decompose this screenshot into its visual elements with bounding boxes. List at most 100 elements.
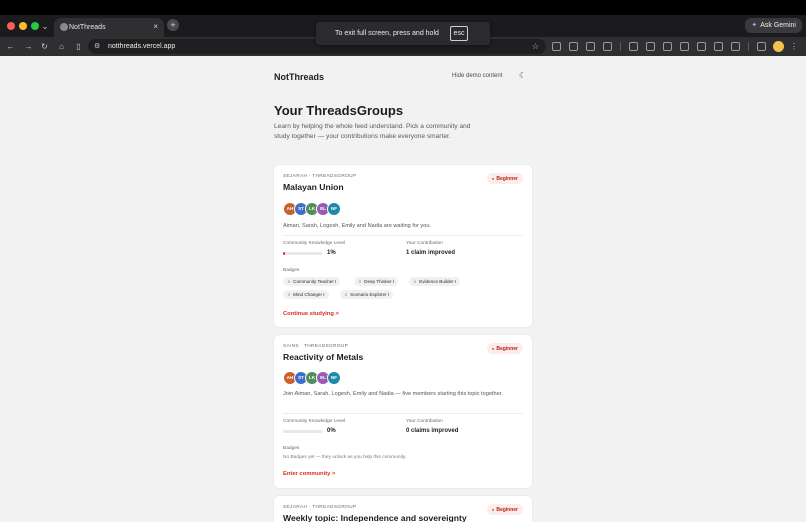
knowledge-percent: 0% bbox=[327, 428, 336, 434]
knowledge-progress-bar bbox=[283, 430, 322, 433]
badges-label: Badges bbox=[283, 268, 300, 273]
badge-chip: ♕ Community Teacher I bbox=[283, 277, 341, 286]
download-icon[interactable] bbox=[646, 42, 655, 51]
gemini-spark-icon: ✦ bbox=[751, 22, 758, 29]
ask-gemini-label: Ask Gemini bbox=[760, 22, 796, 29]
extension-icon[interactable] bbox=[552, 42, 561, 51]
badge-label: Deep Thinker I bbox=[364, 279, 395, 284]
cta-label: Enter community bbox=[283, 471, 331, 477]
card-eyebrow: SEJARAH · THREADSGROUP bbox=[283, 505, 357, 510]
reload-icon[interactable]: ↻ bbox=[39, 40, 50, 53]
forward-arrow-icon[interactable]: → bbox=[23, 40, 34, 53]
extension-icon[interactable] bbox=[603, 42, 612, 51]
sidebar-icon[interactable]: ▯ bbox=[73, 40, 84, 53]
extension-icon[interactable] bbox=[569, 42, 578, 51]
level-badge: ● Beginner bbox=[486, 504, 523, 515]
medal-icon: ♕ bbox=[344, 292, 349, 297]
badge-chip: ♕ Deep Thinker I bbox=[354, 277, 399, 286]
medal-icon: ♕ bbox=[413, 279, 418, 284]
card-eyebrow: SAINS · THREADSGROUP bbox=[283, 344, 349, 349]
avatar: NF bbox=[327, 202, 341, 216]
extension-icon[interactable] bbox=[663, 42, 672, 51]
chevron-right-icon: > bbox=[335, 311, 339, 317]
extension-icons bbox=[552, 40, 766, 53]
threadsgroup-card[interactable]: SAINS · THREADSGROUP ● Beginner Reactivit… bbox=[274, 335, 532, 488]
screen-top-bar bbox=[0, 0, 806, 15]
card-title: Weekly topic: Independence and sovereign… bbox=[283, 513, 467, 522]
extension-icon[interactable] bbox=[731, 42, 740, 51]
contribution-label: Your Contribution bbox=[406, 241, 443, 246]
profile-avatar[interactable] bbox=[773, 41, 784, 52]
badge-chip: ♕ Evidence Builder I bbox=[409, 277, 461, 286]
dark-mode-moon-icon[interactable]: ☾ bbox=[519, 71, 526, 80]
card-eyebrow: SEJARAH · THREADSGROUP bbox=[283, 174, 357, 179]
fullscreen-window-button[interactable] bbox=[31, 22, 39, 30]
level-label: Beginner bbox=[496, 346, 518, 352]
fullscreen-toast-text: To exit full screen, press and hold bbox=[335, 30, 439, 37]
divider bbox=[283, 413, 523, 414]
card-title: Reactivity of Metals bbox=[283, 352, 364, 362]
badge-label: Mind Changer I bbox=[293, 292, 325, 297]
card-description: Aiman, Sarah, Logesh, Emily and Nadia ar… bbox=[283, 223, 432, 229]
chevron-right-icon: > bbox=[331, 471, 336, 477]
level-label: Beginner bbox=[496, 176, 518, 182]
bookmark-star-icon[interactable]: ☆ bbox=[532, 40, 539, 53]
enter-community-link[interactable]: Enter community > bbox=[283, 471, 335, 477]
minimize-window-button[interactable] bbox=[19, 22, 27, 30]
home-icon[interactable]: ⌂ bbox=[56, 40, 67, 53]
app-logo-text[interactable]: NotThreads bbox=[274, 72, 324, 82]
dot-icon: ● bbox=[491, 176, 495, 181]
badge-label: Community Teacher I bbox=[293, 279, 337, 284]
hide-demo-content-button[interactable]: Hide demo content bbox=[452, 73, 502, 79]
extension-icon[interactable] bbox=[680, 42, 689, 51]
new-tab-button[interactable]: + bbox=[167, 19, 179, 31]
toolbar-divider bbox=[748, 42, 749, 51]
badge-label: Scenario Explorer I bbox=[350, 292, 390, 297]
contribution-value: 1 claim improved bbox=[406, 250, 456, 256]
threadsgroup-card[interactable]: SEJARAH · THREADSGROUP ● Beginner Malayan… bbox=[274, 165, 532, 327]
close-window-button[interactable] bbox=[7, 22, 15, 30]
page-content: NotThreads Hide demo content ☾ Your Thre… bbox=[0, 56, 806, 522]
medal-icon: ♕ bbox=[358, 279, 363, 284]
divider bbox=[283, 235, 523, 236]
extension-icon[interactable] bbox=[757, 42, 766, 51]
browser-tab-active[interactable]: NotThreads × bbox=[54, 18, 164, 37]
badges-label: Badges bbox=[283, 446, 300, 451]
level-badge: ● Beginner bbox=[486, 173, 523, 184]
fullscreen-exit-toast: To exit full screen, press and hold esc bbox=[316, 22, 490, 45]
tab-search-icon[interactable]: ⌄ bbox=[40, 19, 50, 33]
tab-close-icon[interactable]: × bbox=[153, 21, 158, 33]
link-icon[interactable] bbox=[629, 42, 638, 51]
cta-label: Continue studying bbox=[283, 311, 334, 317]
extension-icon[interactable] bbox=[697, 42, 706, 51]
page-intro: Learn by helping the whole feed understa… bbox=[274, 123, 471, 140]
knowledge-progress-bar bbox=[283, 252, 322, 255]
favicon-icon bbox=[60, 23, 68, 31]
badge-chip: ♕ Mind Changer I bbox=[283, 290, 329, 299]
extension-icon[interactable] bbox=[714, 42, 723, 51]
url-text: notthreads.vercel.app bbox=[108, 43, 176, 50]
medal-icon: ♕ bbox=[287, 292, 292, 297]
no-badges-text: No Badges yet — they unlock as you help … bbox=[283, 455, 407, 460]
threadsgroup-card[interactable]: SEJARAH · THREADSGROUP ● Beginner Weekly … bbox=[274, 496, 532, 522]
knowledge-level-label: Community Knowledge Level bbox=[283, 241, 346, 246]
badge-label: Evidence Builder I bbox=[419, 279, 457, 284]
knowledge-level-label: Community Knowledge Level bbox=[283, 419, 346, 424]
page-title: Your ThreadsGroups bbox=[274, 103, 404, 118]
dot-icon: ● bbox=[491, 507, 495, 512]
level-label: Beginner bbox=[496, 507, 518, 513]
dot-icon: ● bbox=[491, 346, 495, 351]
level-badge: ● Beginner bbox=[486, 343, 523, 354]
menu-kebab-icon[interactable]: ⋮ bbox=[790, 40, 798, 53]
back-arrow-icon[interactable]: ← bbox=[5, 40, 16, 53]
avatar: NF bbox=[327, 371, 341, 385]
site-info-icon[interactable]: ⚙ bbox=[94, 40, 100, 53]
ask-gemini-button[interactable]: ✦ Ask Gemini bbox=[745, 18, 802, 33]
medal-icon: ♕ bbox=[287, 279, 292, 284]
progress-fill bbox=[283, 252, 285, 255]
extension-icon[interactable] bbox=[586, 42, 595, 51]
tab-title: NotThreads bbox=[69, 24, 106, 31]
card-description: Join Aiman, Sarah, Logesh, Emily and Nad… bbox=[283, 391, 503, 397]
toolbar-divider bbox=[620, 42, 621, 51]
continue-studying-link[interactable]: Continue studying > bbox=[283, 311, 339, 317]
